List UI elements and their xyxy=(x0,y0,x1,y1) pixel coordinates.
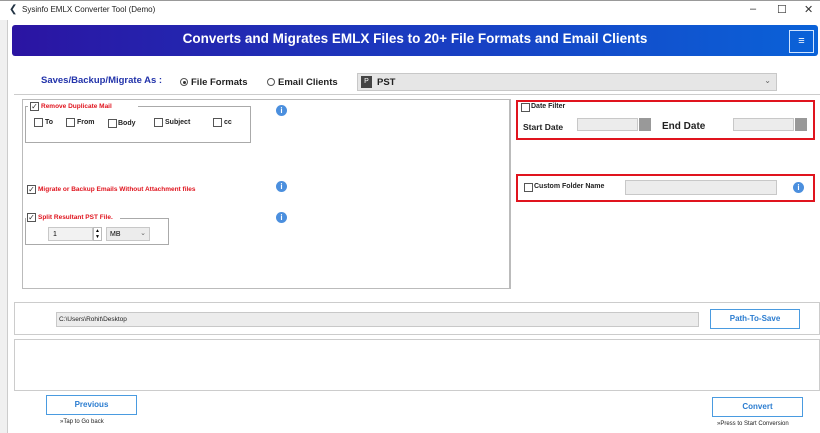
info-icon[interactable]: i xyxy=(276,212,287,223)
info-icon[interactable]: i xyxy=(276,181,287,192)
previous-hint: »Tap to Go back xyxy=(60,419,104,425)
path-input[interactable]: C:\Users\Rohit\Desktop xyxy=(56,312,699,327)
divider xyxy=(14,94,820,95)
remove-duplicate-checkbox[interactable]: ✓ xyxy=(30,102,39,111)
custom-folder-label: Custom Folder Name xyxy=(534,183,605,190)
remove-duplicate-label: Remove Duplicate Mail xyxy=(41,103,112,110)
label-from: From xyxy=(77,119,95,126)
save-as-label: Saves/Backup/Migrate As : xyxy=(41,75,163,86)
custom-folder-checkbox[interactable] xyxy=(524,183,533,192)
path-to-save-button[interactable]: Path-To-Save xyxy=(710,309,800,329)
date-filter-checkbox[interactable] xyxy=(521,103,530,112)
email-clients-label[interactable]: Email Clients xyxy=(278,77,338,88)
menu-icon: ≡ xyxy=(798,35,805,47)
date-filter-label: Date Filter xyxy=(531,103,566,110)
chevron-down-icon: ⌄ xyxy=(764,76,771,85)
radio-file-formats[interactable] xyxy=(180,78,188,86)
checkbox-from[interactable] xyxy=(66,118,75,127)
pst-icon: P xyxy=(361,76,372,88)
chevron-down-icon: ⌄ xyxy=(140,230,146,237)
previous-button[interactable]: Previous xyxy=(46,395,137,415)
label-cc: cc xyxy=(224,119,232,126)
banner-title: Converts and Migrates EMLX Files to 20+ … xyxy=(182,31,648,46)
start-date-label: Start Date xyxy=(523,122,564,132)
file-formats-label[interactable]: File Formats xyxy=(191,77,248,88)
close-button[interactable]: ✕ xyxy=(804,3,813,16)
minimize-button[interactable]: – xyxy=(750,3,756,15)
maximize-button[interactable]: ☐ xyxy=(777,3,787,16)
without-attachment-checkbox[interactable]: ✓ xyxy=(27,185,36,194)
log-panel xyxy=(14,339,820,391)
split-unit-value: MB xyxy=(110,231,121,238)
convert-button[interactable]: Convert xyxy=(712,397,803,417)
radio-email-clients[interactable] xyxy=(267,78,275,86)
end-date-picker-button[interactable] xyxy=(795,118,807,131)
start-date-input[interactable] xyxy=(577,118,638,131)
end-date-label: End Date xyxy=(662,121,706,132)
label-to: To xyxy=(45,119,54,126)
start-date-picker-button[interactable] xyxy=(639,118,651,131)
checkbox-cc[interactable] xyxy=(213,118,222,127)
custom-folder-input[interactable] xyxy=(625,180,777,195)
split-size-input[interactable]: 1 xyxy=(48,227,93,241)
window-title: Sysinfo EMLX Converter Tool (Demo) xyxy=(22,5,156,14)
format-dropdown[interactable]: P PST ⌄ xyxy=(357,73,777,91)
menu-button[interactable]: ≡ xyxy=(789,30,814,53)
convert-hint: »Press to Start Conversion xyxy=(717,421,789,427)
checkbox-body[interactable] xyxy=(108,119,117,128)
split-size-stepper[interactable]: ▲ ▼ xyxy=(93,227,102,241)
split-checkbox[interactable]: ✓ xyxy=(27,213,36,222)
background-window-edge xyxy=(0,0,8,433)
end-date-input[interactable] xyxy=(733,118,794,131)
split-label: Split Resultant PST File. xyxy=(38,214,113,221)
format-selected: PST xyxy=(377,77,396,88)
app-logo-icon: ❮ xyxy=(9,4,18,15)
label-body: Body xyxy=(118,120,136,127)
without-attachment-label: Migrate or Backup Emails Without Attachm… xyxy=(38,186,196,193)
title-bar: ❮ Sysinfo EMLX Converter Tool (Demo) – ☐… xyxy=(0,0,820,20)
checkbox-to[interactable] xyxy=(34,118,43,127)
info-icon[interactable]: i xyxy=(793,182,804,193)
label-subject: Subject xyxy=(165,119,191,126)
header-banner: Converts and Migrates EMLX Files to 20+ … xyxy=(12,25,818,56)
split-unit-dropdown[interactable]: MB ⌄ xyxy=(106,227,150,241)
checkbox-subject[interactable] xyxy=(154,118,163,127)
divider xyxy=(510,99,511,289)
info-icon[interactable]: i xyxy=(276,105,287,116)
